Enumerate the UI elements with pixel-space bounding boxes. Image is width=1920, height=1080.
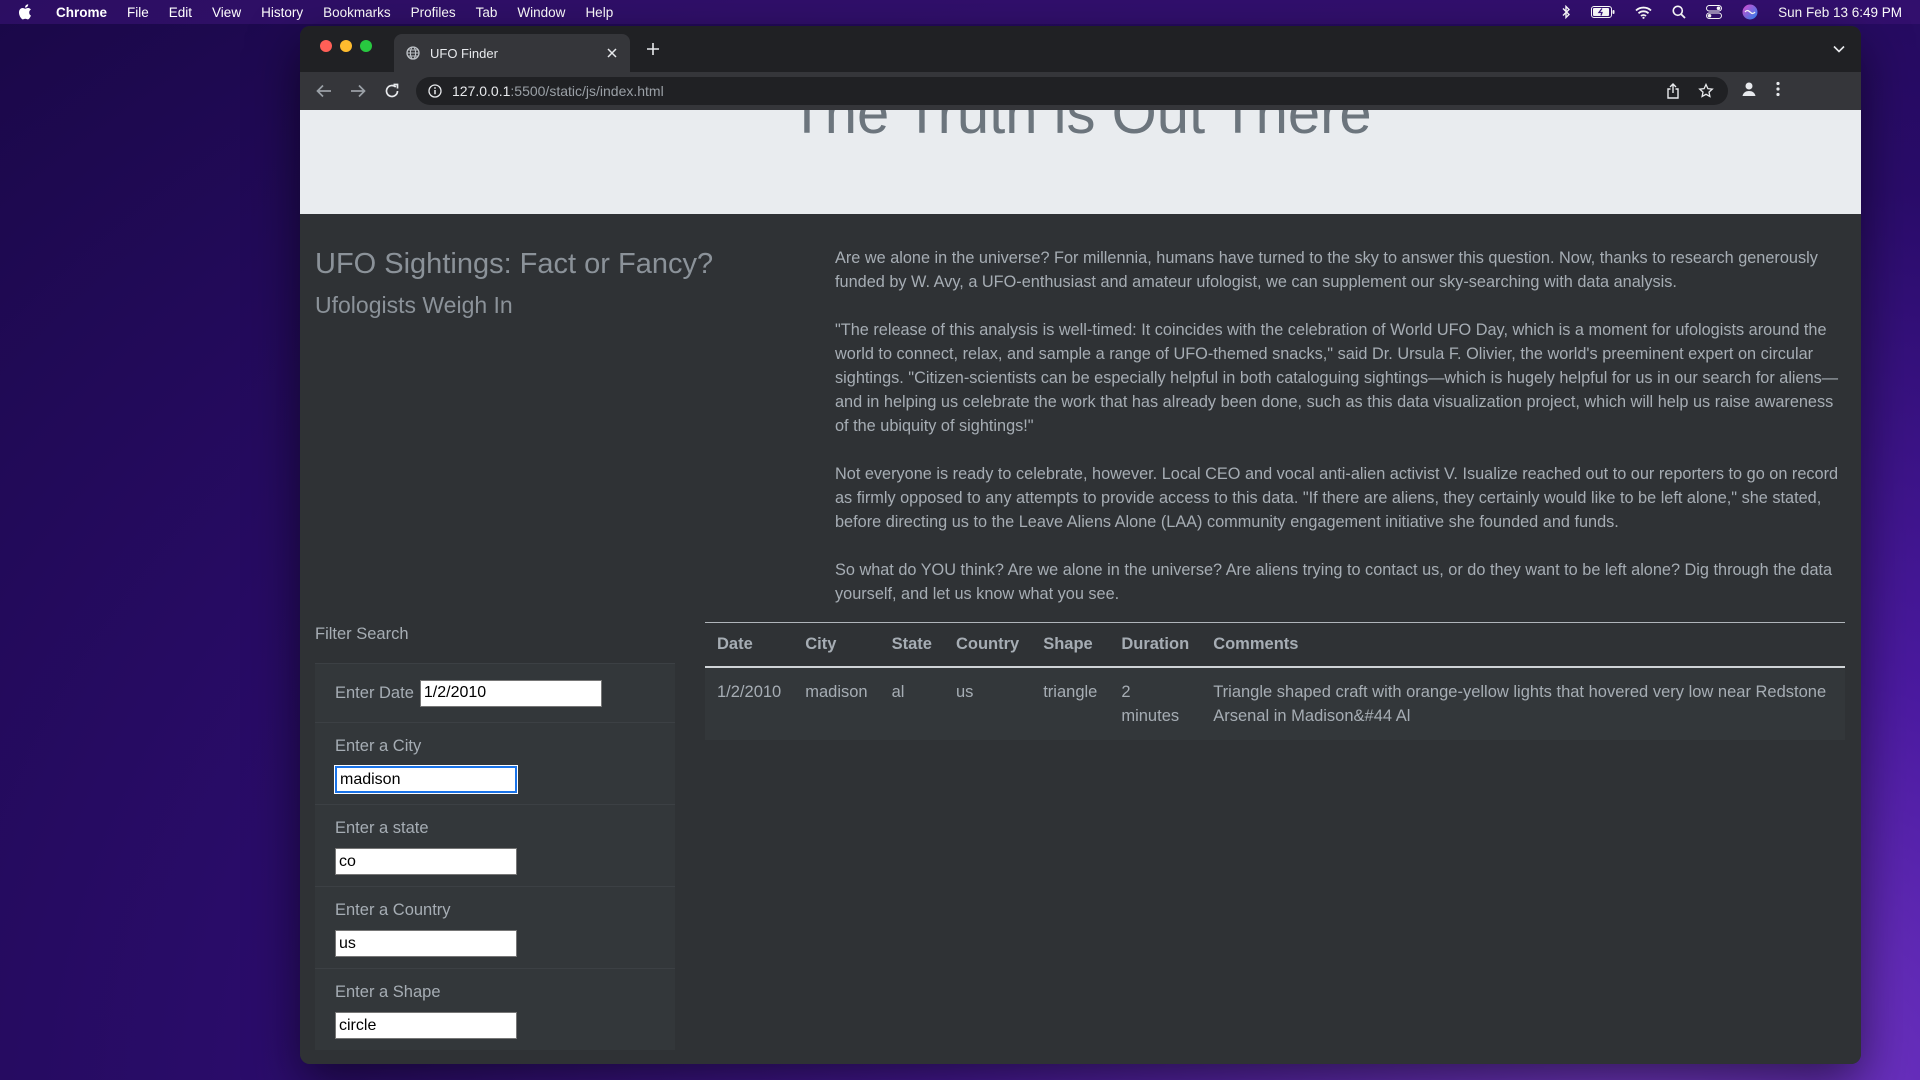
window-controls bbox=[320, 40, 372, 52]
cell-duration: 2 minutes bbox=[1109, 667, 1202, 740]
profile-avatar-icon[interactable] bbox=[1740, 80, 1758, 103]
table-header-row: Date City State Country Shape Duration C… bbox=[705, 622, 1845, 668]
filter-city: Enter a City bbox=[315, 722, 675, 804]
header-city: City bbox=[793, 622, 880, 668]
site-info-icon[interactable] bbox=[428, 84, 442, 98]
header-shape: Shape bbox=[1031, 622, 1110, 668]
menu-tab[interactable]: Tab bbox=[476, 5, 498, 20]
close-window-button[interactable] bbox=[320, 40, 332, 52]
country-input[interactable] bbox=[335, 930, 517, 957]
cell-country: us bbox=[943, 667, 1032, 740]
wifi-icon[interactable] bbox=[1635, 6, 1652, 19]
cell-comments: Triangle shaped craft with orange-yellow… bbox=[1201, 667, 1845, 740]
article-paragraph: Are we alone in the universe? For millen… bbox=[835, 249, 1818, 291]
globe-icon bbox=[406, 46, 420, 60]
menu-profiles[interactable]: Profiles bbox=[411, 5, 456, 20]
new-tab-button[interactable] bbox=[646, 38, 660, 60]
state-label: Enter a state bbox=[335, 819, 429, 837]
filter-shape: Enter a Shape bbox=[315, 968, 675, 1050]
cell-state: al bbox=[879, 667, 944, 740]
date-label: Enter Date bbox=[335, 683, 414, 702]
browser-window: UFO Finder 127.0.0.1:5500/static/js/inde… bbox=[300, 26, 1861, 1064]
header-country: Country bbox=[943, 622, 1032, 668]
shape-input[interactable] bbox=[335, 1012, 517, 1039]
control-center-icon[interactable] bbox=[1706, 5, 1723, 19]
date-input[interactable] bbox=[419, 679, 602, 707]
filter-state: Enter a state bbox=[315, 804, 675, 886]
menu-edit[interactable]: Edit bbox=[169, 5, 192, 20]
menu-bookmarks[interactable]: Bookmarks bbox=[323, 5, 391, 20]
article-body: Are we alone in the universe? For millen… bbox=[835, 246, 1845, 630]
tab-strip: UFO Finder bbox=[300, 26, 1861, 72]
menu-history[interactable]: History bbox=[261, 5, 303, 20]
menu-bar: Chrome File Edit View History Bookmarks … bbox=[0, 0, 1920, 24]
filter-date: Enter Date bbox=[315, 663, 675, 722]
cell-date: 1/2/2010 bbox=[705, 667, 794, 740]
share-icon[interactable] bbox=[1666, 83, 1680, 99]
menu-window[interactable]: Window bbox=[517, 5, 565, 20]
city-label: Enter a City bbox=[335, 737, 422, 755]
headline-sub: Ufologists Weigh In bbox=[315, 292, 513, 318]
web-page: The Truth is Out There UFO Sightings: Fa… bbox=[300, 110, 1861, 1064]
article-paragraph: Not everyone is ready to celebrate, howe… bbox=[835, 465, 1839, 531]
state-input[interactable] bbox=[335, 848, 517, 875]
tab-search-chevron-icon[interactable] bbox=[1833, 40, 1845, 58]
header-state: State bbox=[879, 622, 944, 668]
tab-title: UFO Finder bbox=[430, 45, 498, 61]
jumbotron-title: The Truth is Out There bbox=[789, 110, 1372, 146]
menu-clock[interactable]: Sun Feb 13 6:49 PM bbox=[1778, 5, 1902, 20]
filter-country: Enter a Country bbox=[315, 886, 675, 968]
article-headline: UFO Sightings: Fact or Fancy? Ufologists… bbox=[315, 246, 805, 327]
menu-help[interactable]: Help bbox=[585, 5, 613, 20]
reload-icon[interactable] bbox=[378, 77, 406, 105]
cell-city: madison bbox=[793, 667, 880, 740]
jumbotron: The Truth is Out There bbox=[300, 110, 1861, 214]
back-arrow-icon[interactable] bbox=[310, 77, 338, 105]
city-input[interactable] bbox=[334, 765, 518, 794]
battery-icon[interactable] bbox=[1591, 6, 1615, 18]
siri-icon[interactable] bbox=[1742, 4, 1758, 20]
cell-shape: triangle bbox=[1031, 667, 1110, 740]
bluetooth-icon[interactable] bbox=[1561, 5, 1571, 19]
url-host: 127.0.0.1 bbox=[452, 83, 511, 99]
ufo-table: Date City State Country Shape Duration C… bbox=[705, 622, 1845, 740]
minimize-window-button[interactable] bbox=[340, 40, 352, 52]
url-path: :5500/static/js/index.html bbox=[510, 83, 664, 99]
header-duration: Duration bbox=[1109, 622, 1202, 668]
browser-menu-icon[interactable] bbox=[1776, 81, 1780, 102]
zoom-window-button[interactable] bbox=[360, 40, 372, 52]
spotlight-search-icon[interactable] bbox=[1672, 5, 1686, 19]
menu-view[interactable]: View bbox=[212, 5, 241, 20]
menu-app-name[interactable]: Chrome bbox=[56, 5, 107, 20]
country-label: Enter a Country bbox=[335, 901, 451, 919]
article-paragraph: "The release of this analysis is well-ti… bbox=[835, 321, 1839, 435]
headline-main: UFO Sightings: Fact or Fancy? bbox=[315, 248, 714, 280]
bookmark-star-icon[interactable] bbox=[1698, 83, 1714, 99]
menu-file[interactable]: File bbox=[127, 5, 149, 20]
header-date: Date bbox=[705, 622, 794, 668]
filter-list: Enter Date Enter a City Enter a state En… bbox=[315, 663, 675, 1050]
table-row: 1/2/2010 madison al us triangle 2 minute… bbox=[705, 667, 1845, 740]
filter-search-title: Filter Search bbox=[315, 625, 409, 643]
close-tab-icon[interactable] bbox=[604, 45, 620, 61]
browser-toolbar: 127.0.0.1:5500/static/js/index.html bbox=[300, 72, 1861, 110]
article-paragraph: So what do YOU think? Are we alone in th… bbox=[835, 561, 1833, 603]
forward-arrow-icon[interactable] bbox=[344, 77, 372, 105]
address-bar[interactable]: 127.0.0.1:5500/static/js/index.html bbox=[416, 77, 1728, 105]
header-comments: Comments bbox=[1201, 622, 1845, 668]
shape-label: Enter a Shape bbox=[335, 983, 441, 1001]
browser-tab[interactable]: UFO Finder bbox=[394, 34, 630, 72]
apple-icon[interactable] bbox=[18, 4, 34, 20]
